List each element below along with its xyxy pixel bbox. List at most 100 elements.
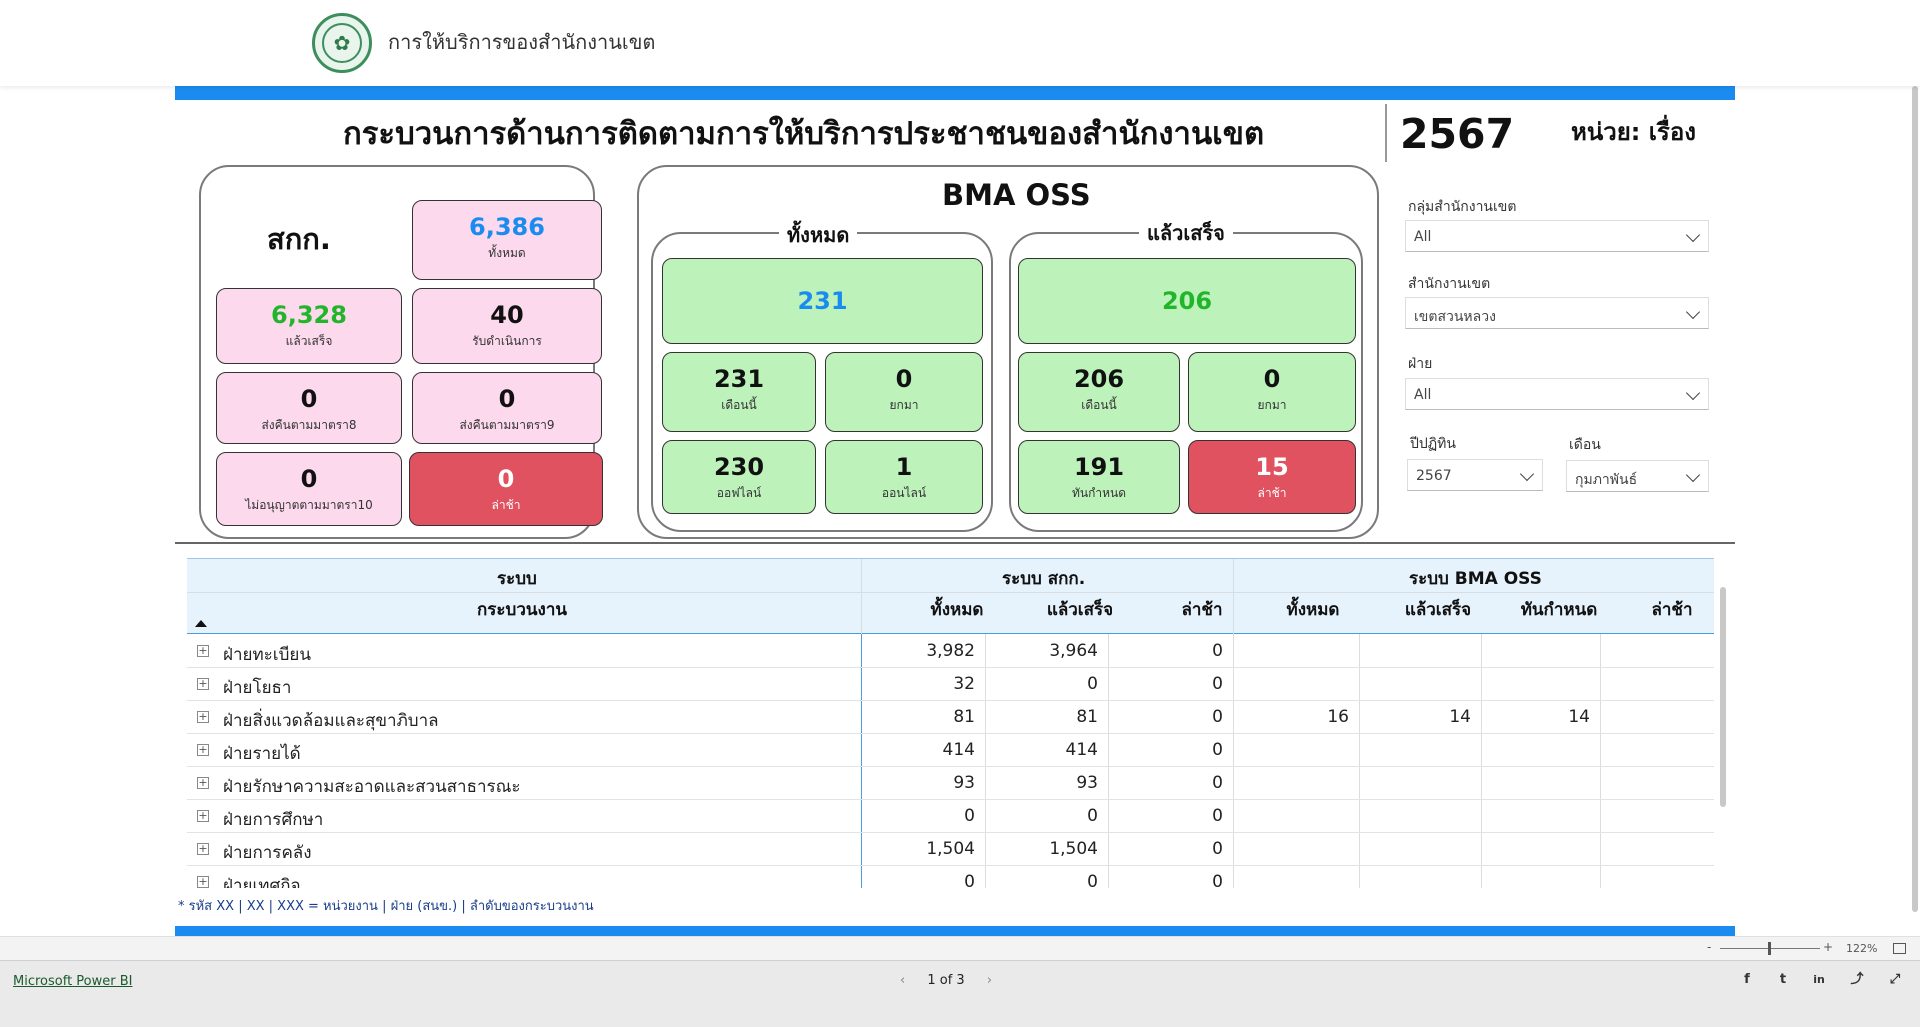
sort-ascending-icon[interactable] [195,620,207,627]
zoom-percentage: 122% [1846,942,1878,955]
linkedin-icon[interactable]: in [1811,972,1827,988]
page-scrollbar[interactable] [1912,86,1918,912]
cell: 81 [1076,707,1098,727]
table-row[interactable]: + ฝ่ายรายได้ 414 414 0 [187,734,1714,767]
row-name: ฝ่ายโยธา [223,678,292,698]
row-name: ฝ่ายการศึกษา [223,810,324,830]
powerbi-footer: Microsoft Power BI ‹ 1 of 3 › f t in ⤴ ⤢ [0,960,1920,1027]
unit-label: หน่วย: เรื่อง [1571,118,1696,146]
header-process: กระบวนงาน [477,600,567,620]
card-label: เดือนนี้ [721,398,757,412]
dropdown-value: All [1414,387,1432,403]
card-value: 191 [1073,453,1125,481]
dropdown-value: 2567 [1416,468,1452,484]
bma-done-carried-card[interactable]: 0 ยกมา [1188,352,1356,432]
bma-all-online-card[interactable]: 1 ออนไลน์ [825,440,983,514]
cell: 0 [1212,872,1223,888]
expand-plus-icon[interactable]: + [197,843,209,855]
cell: 0 [1212,839,1223,859]
skk-card-returned-8[interactable]: 0 ส่งคืนตามมาตรา8 [216,372,402,444]
table-row[interactable]: + ฝ่ายการศึกษา 0 0 0 [187,800,1714,833]
zoom-in-icon[interactable]: + [1823,940,1833,954]
expand-plus-icon[interactable]: + [197,645,209,657]
card-label: ออนไลน์ [881,486,927,500]
bma-all-carried-card[interactable]: 0 ยกมา [825,352,983,432]
col-header[interactable]: แล้วเสร็จ [1020,596,1140,623]
facebook-icon[interactable]: f [1739,972,1755,988]
skk-card-done[interactable]: 6,328 แล้วเสร็จ [216,288,402,364]
filter-office-dropdown[interactable]: เขตสวนหลวง [1405,297,1709,329]
bma-done-late-card[interactable]: 15 ล่าช้า [1188,440,1356,514]
row-name: ฝ่ายเทศกิจ [223,876,301,888]
col-header[interactable]: ทั้งหมด [897,596,1017,623]
table-row[interactable]: + ฝ่ายเทศกิจ 0 0 0 [187,866,1714,888]
cell: 1,504 [1049,839,1098,859]
expand-plus-icon[interactable]: + [197,744,209,756]
report-title: กระบวนการด้านการติดตามการให้บริการประชาช… [343,116,1265,152]
skk-card-total[interactable]: 6,386 ทั้งหมด [412,200,602,280]
cell: 16 [1327,707,1349,727]
dropdown-value: กุมภาพันธ์ [1575,472,1638,488]
table-row[interactable]: + ฝ่ายสิ่งแวดล้อมและสุขาภิบาล 81 81 0 16… [187,701,1714,734]
expand-plus-icon[interactable]: + [197,810,209,822]
expand-icon[interactable]: ⤢ [1887,972,1903,988]
bma-done-title: แล้วเสร็จ [1139,217,1233,249]
col-header[interactable]: ล่าช้า [1612,596,1714,623]
fit-page-icon[interactable] [1893,943,1906,954]
chevron-down-icon [1685,385,1701,401]
filter-year-dropdown[interactable]: 2567 [1407,459,1543,491]
bma-done-total-card[interactable]: 206 [1018,258,1356,344]
site-title: การให้บริการของสำนักงานเขต [388,30,656,54]
process-matrix-table: ระบบ กระบวนงาน ระบบ สกก. ระบบ BMA OSS ทั… [187,558,1714,888]
col-header[interactable]: ทันกำหนด [1492,596,1626,623]
row-name: ฝ่ายรายได้ [223,744,301,764]
bma-all-offline-card[interactable]: 230 ออฟไลน์ [662,440,816,514]
card-label: ยกมา [1257,398,1287,412]
col-header[interactable]: ล่าช้า [1142,596,1262,623]
col-header[interactable]: แล้วเสร็จ [1378,596,1498,623]
twitter-icon[interactable]: t [1775,972,1791,988]
table-row[interactable]: + ฝ่ายทะเบียน 3,982 3,964 0 [187,635,1714,668]
card-value: 6,386 [469,213,545,241]
skk-card-returned-9[interactable]: 0 ส่งคืนตามมาตรา9 [412,372,602,444]
zoom-slider-thumb[interactable] [1768,942,1771,955]
bma-done-this-month-card[interactable]: 206 เดือนนี้ [1018,352,1180,432]
card-label: ล่าช้า [1257,486,1287,500]
table-row[interactable]: + ฝ่ายการคลัง 1,504 1,504 0 [187,833,1714,866]
card-label: ล่าช้า [491,498,521,512]
filter-year-label: ปีปฏิทิน [1410,436,1456,452]
cell: 93 [953,773,975,793]
filter-group-dropdown[interactable]: All [1405,220,1709,252]
cell: 0 [1212,674,1223,694]
row-name: ฝ่ายทะเบียน [223,645,311,665]
bma-all-this-month-card[interactable]: 231 เดือนนี้ [662,352,816,432]
share-icon[interactable]: ⤴ [1849,972,1865,988]
filter-month-dropdown[interactable]: กุมภาพันธ์ [1566,460,1709,492]
card-value: 0 [497,465,515,493]
col-header[interactable]: ทั้งหมด [1253,596,1373,623]
powerbi-link[interactable]: Microsoft Power BI [13,974,132,989]
expand-plus-icon[interactable]: + [197,876,209,888]
table-row[interactable]: + ฝ่ายรักษาความสะอาดและสวนสาธารณะ 93 93 … [187,767,1714,800]
table-scrollbar[interactable] [1720,587,1726,807]
card-value: 0 [300,385,318,413]
prev-page-icon[interactable]: ‹ [882,973,923,988]
bma-all-total-card[interactable]: 231 [662,258,983,344]
filter-dept-dropdown[interactable]: All [1405,378,1709,410]
table-row[interactable]: + ฝ่ายโยธา 32 0 0 [187,668,1714,701]
zoom-out-icon[interactable]: - [1707,940,1711,954]
card-value: 230 [713,453,765,481]
skk-card-in-progress[interactable]: 40 รับดำเนินการ [412,288,602,364]
card-label: แล้วเสร็จ [285,334,333,348]
card-value: 206 [1073,365,1125,393]
skk-card-denied-10[interactable]: 0 ไม่อนุญาตตามมาตรา10 [216,452,402,526]
bma-done-on-time-card[interactable]: 191 ทันกำหนด [1018,440,1180,514]
col-divider [861,559,862,635]
next-page-icon[interactable]: › [969,973,1010,988]
expand-plus-icon[interactable]: + [197,711,209,723]
expand-plus-icon[interactable]: + [197,777,209,789]
filter-dept-label: ฝ่าย [1408,356,1433,372]
cell: 81 [953,707,975,727]
skk-card-late[interactable]: 0 ล่าช้า [409,452,603,526]
expand-plus-icon[interactable]: + [197,678,209,690]
